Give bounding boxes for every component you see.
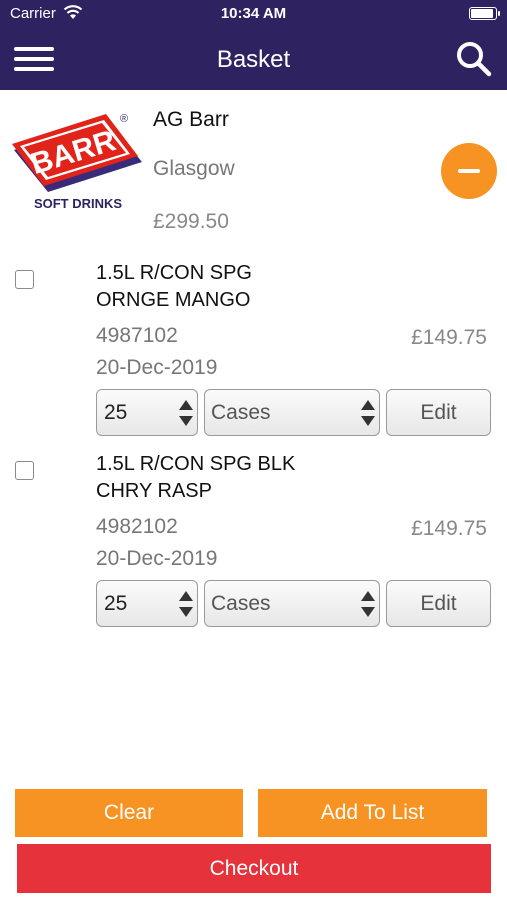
quantity-picker[interactable]: 25 xyxy=(96,580,198,627)
quantity-value: 25 xyxy=(104,401,128,424)
status-time: 10:34 AM xyxy=(220,5,287,22)
unit-picker[interactable]: Cases xyxy=(204,580,380,627)
supplier-header: BARR ® SOFT DRINKS AG Barr Glasgow £299.… xyxy=(0,90,507,240)
add-to-list-button[interactable]: Add To List xyxy=(258,789,487,837)
quantity-picker[interactable]: 25 xyxy=(96,389,198,436)
stepper-arrows-icon xyxy=(179,400,193,426)
item-name-line1: 1.5L R/CON SPG BLK xyxy=(96,453,296,475)
item-description: 1.5L R/CON SPG BLK CHRY RASP xyxy=(96,451,396,505)
nav-bar: Basket xyxy=(0,28,507,90)
basket-item: 1.5L R/CON SPG ORNGE MANGO 4987102 £149.… xyxy=(0,260,507,450)
page-title: Basket xyxy=(216,46,291,73)
stepper-arrows-icon xyxy=(361,591,375,617)
item-name-line2: ORNGE MANGO xyxy=(96,289,251,311)
stepper-arrows-icon xyxy=(361,400,375,426)
quantity-value: 25 xyxy=(104,592,128,615)
supplier-name: AG Barr xyxy=(153,108,229,131)
stepper-arrows-icon xyxy=(179,591,193,617)
item-price: £149.75 xyxy=(411,326,487,349)
barr-logo: BARR ® SOFT DRINKS xyxy=(12,110,144,212)
item-code: 4982102 xyxy=(96,515,178,538)
unit-value: Cases xyxy=(211,592,271,615)
supplier-total: £299.50 xyxy=(153,210,229,233)
item-price: £149.75 xyxy=(411,517,487,540)
item-date: 20-Dec-2019 xyxy=(96,356,218,379)
edit-item-button[interactable]: Edit xyxy=(386,389,491,436)
svg-text:SOFT DRINKS: SOFT DRINKS xyxy=(34,196,122,211)
unit-value: Cases xyxy=(211,401,271,424)
basket-item: 1.5L R/CON SPG BLK CHRY RASP 4982102 £14… xyxy=(0,451,507,641)
item-name-line1: 1.5L R/CON SPG xyxy=(96,262,252,284)
status-bar: Carrier 10:34 AM xyxy=(0,0,507,28)
item-checkbox[interactable] xyxy=(15,270,34,289)
item-description: 1.5L R/CON SPG ORNGE MANGO xyxy=(96,260,396,314)
item-code: 4987102 xyxy=(96,324,178,347)
search-icon[interactable] xyxy=(455,40,493,78)
svg-text:®: ® xyxy=(120,113,128,125)
battery-icon xyxy=(469,7,500,20)
item-name-line2: CHRY RASP xyxy=(96,480,212,502)
edit-item-button[interactable]: Edit xyxy=(386,580,491,627)
unit-picker[interactable]: Cases xyxy=(204,389,380,436)
clear-button[interactable]: Clear xyxy=(15,789,243,837)
checkout-button[interactable]: Checkout xyxy=(17,844,491,893)
item-checkbox[interactable] xyxy=(15,461,34,480)
item-date: 20-Dec-2019 xyxy=(96,547,218,570)
supplier-city: Glasgow xyxy=(153,157,235,180)
remove-supplier-button[interactable] xyxy=(441,143,497,199)
